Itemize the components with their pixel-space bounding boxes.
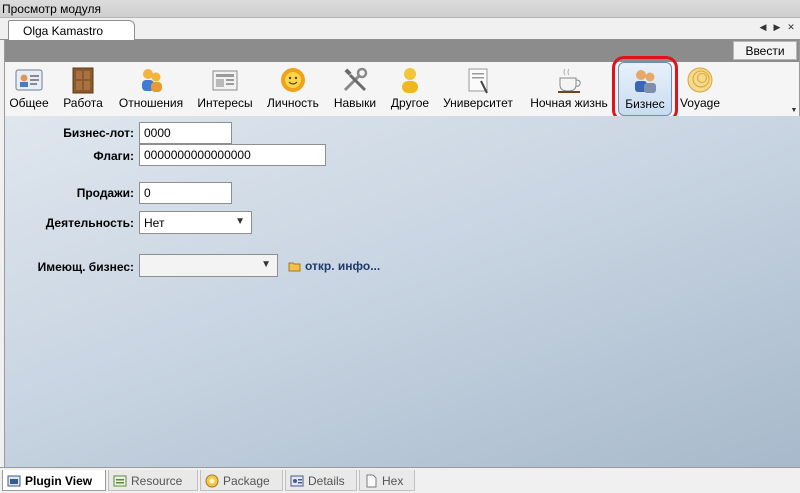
tab-details[interactable]: Details <box>285 470 357 491</box>
scroll-left-icon[interactable]: ◀ <box>758 22 768 33</box>
category-label: Навыки <box>333 96 377 110</box>
open-info-link[interactable]: откр. инфо... <box>288 259 380 273</box>
details-icon <box>290 475 304 487</box>
sales-field[interactable]: 0 <box>139 182 232 204</box>
category-label: Отношения <box>118 96 184 110</box>
tab-label: Package <box>223 474 270 488</box>
business-people-icon <box>635 70 656 93</box>
newspaper-icon <box>212 70 238 91</box>
chevron-down-icon: ▼ <box>235 216 245 227</box>
category-interests[interactable]: Интересы <box>193 62 257 116</box>
category-label: Личность <box>267 96 319 110</box>
category-label: Университет <box>443 96 513 110</box>
business-lot-label: Бизнес-лот: <box>63 126 134 140</box>
window-title: Просмотр модуля <box>0 0 800 18</box>
category-university[interactable]: Университет <box>437 62 519 116</box>
category-relations[interactable]: Отношения <box>113 62 189 116</box>
flags-field[interactable]: 0000000000000000 <box>139 144 326 166</box>
tools-icon <box>343 67 368 92</box>
door-icon <box>72 67 94 94</box>
category-label: Ночная жизнь <box>530 96 608 110</box>
sun-flower-icon <box>281 68 305 92</box>
tab-label: Details <box>308 474 345 488</box>
scroll-right-icon[interactable]: ▶ <box>772 22 782 33</box>
category-label: Другое <box>390 96 430 110</box>
apply-button[interactable]: Ввести <box>733 41 797 60</box>
resource-icon <box>113 475 127 487</box>
plugin-view-icon <box>7 475 21 487</box>
category-voyage[interactable]: Voyage <box>677 62 723 116</box>
category-label: Общее <box>9 96 49 110</box>
tab-plugin-view[interactable]: Plugin View <box>2 470 106 491</box>
category-skills[interactable]: Навыки <box>329 62 381 116</box>
view-tabs: Plugin View Resource Package Details Hex <box>0 467 800 493</box>
tab-resource[interactable]: Resource <box>108 470 198 491</box>
category-label: Бизнес <box>625 97 665 111</box>
tab-package[interactable]: Package <box>200 470 283 491</box>
activity-label: Деятельность: <box>45 216 134 230</box>
category-work[interactable]: Работа <box>57 62 109 116</box>
tab-label: Plugin View <box>25 474 93 488</box>
category-label: Интересы <box>197 96 253 110</box>
category-other[interactable]: Другое <box>385 62 435 116</box>
plugin-content-panel: Бизнес-лот: 0000 Флаги: 0000000000000000… <box>4 116 800 467</box>
package-icon <box>205 474 219 488</box>
id-card-icon <box>15 69 43 91</box>
people-icon <box>142 69 162 92</box>
document-tab[interactable]: Olga Kamastro <box>8 20 135 40</box>
chevron-down-icon: ▼ <box>261 259 271 270</box>
tab-strip-controls: ◀ ▶ ✕ <box>758 22 796 33</box>
close-icon[interactable]: ✕ <box>786 22 796 33</box>
category-nightlife[interactable]: Ночная жизнь <box>525 62 613 116</box>
chevron-down-icon[interactable]: ▼ <box>789 106 799 116</box>
category-label: Voyage <box>679 96 721 110</box>
sales-label: Продажи: <box>76 186 134 200</box>
owned-business-label: Имеющ. бизнес: <box>37 260 134 274</box>
person-icon <box>402 68 418 93</box>
category-personality[interactable]: Личность <box>261 62 325 116</box>
diploma-icon <box>468 68 488 94</box>
hex-document-icon <box>366 474 377 488</box>
category-label: Работа <box>63 96 103 110</box>
activity-value: Нет <box>144 216 165 230</box>
tab-hex[interactable]: Hex <box>359 470 415 491</box>
shell-icon <box>687 67 713 93</box>
document-tab-strip: Olga Kamastro ◀ ▶ ✕ <box>0 18 800 40</box>
flags-label: Флаги: <box>93 149 134 163</box>
open-info-text: откр. инфо... <box>305 259 381 273</box>
activity-select[interactable]: Нет ▼ <box>139 211 252 234</box>
owned-business-select[interactable]: ▼ <box>139 254 278 277</box>
tab-label: Hex <box>382 474 404 488</box>
business-lot-field[interactable]: 0000 <box>139 122 232 144</box>
tab-label: Resource <box>131 474 183 488</box>
category-business[interactable]: Бизнес <box>612 56 678 122</box>
category-icons-row: Общее Работа Отношения Интересы Личность… <box>5 56 799 122</box>
toolbar-header: Ввести <box>5 40 799 62</box>
coffee-cup-icon <box>558 68 581 93</box>
category-toolbar: Ввести Общее Работа Отношения Интересы Л… <box>4 40 800 122</box>
category-general[interactable]: Общее <box>5 62 53 116</box>
folder-open-icon <box>288 262 301 272</box>
